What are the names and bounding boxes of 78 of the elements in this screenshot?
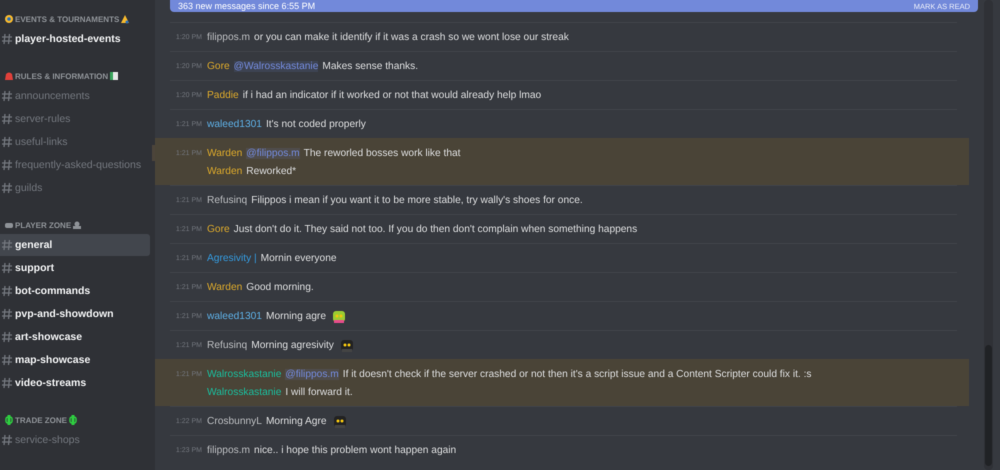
username[interactable]: Warden bbox=[207, 166, 242, 176]
category-header[interactable]: PLAYER ZONE bbox=[15, 220, 72, 230]
channel-item[interactable]: useful-links bbox=[0, 131, 150, 153]
channel-item[interactable]: bot-commands bbox=[0, 280, 150, 302]
hash-icon bbox=[1, 33, 13, 45]
hash-icon bbox=[1, 308, 13, 320]
channel-item[interactable]: video-streams bbox=[0, 372, 150, 394]
username[interactable]: Gore bbox=[207, 224, 230, 234]
message-text: if i had an indicator if it worked or not that would already help lmao bbox=[242, 90, 542, 100]
channel-item[interactable]: guilds bbox=[0, 177, 150, 199]
message-text: It's not coded properly bbox=[266, 118, 366, 130]
hash-icon bbox=[1, 182, 13, 194]
channel-item[interactable]: service-shops bbox=[0, 429, 150, 451]
emoji-icon bbox=[4, 14, 14, 24]
username[interactable]: Walrosskastanie bbox=[207, 386, 282, 398]
username[interactable]: CrosbunnyL bbox=[207, 416, 262, 426]
hash-icon bbox=[1, 377, 13, 389]
new-messages-text: 363 new messages since 6:55 PM bbox=[178, 1, 316, 11]
mention-link[interactable]: @Walrosskastanie bbox=[234, 60, 318, 72]
message-text: Just don't do it. They said not too. If you do then don't complain when something happens bbox=[234, 224, 638, 234]
mention-link[interactable]: @filippos.m bbox=[246, 148, 300, 158]
message-text: The reworled bosses work like that bbox=[304, 148, 461, 158]
username[interactable]: Paddie bbox=[207, 90, 239, 100]
username[interactable]: Agresivity | bbox=[207, 252, 257, 264]
emoji-icon bbox=[4, 220, 14, 230]
message-text: Filippos i mean if you want it to be more stable, try wally's shoes for once. bbox=[251, 194, 583, 206]
hash-icon bbox=[1, 434, 13, 446]
username[interactable]: Warden bbox=[207, 282, 242, 292]
message-text: Makes sense thanks. bbox=[322, 60, 418, 72]
channel-item[interactable]: player-hosted-events bbox=[0, 28, 150, 50]
emoji-icon bbox=[109, 71, 120, 81]
emoji-icon bbox=[4, 415, 14, 425]
emoji-icon bbox=[72, 220, 82, 230]
message-text: or you can make it identify if it was a crash so we wont lose our streak bbox=[254, 32, 569, 42]
username[interactable]: waleed1301 bbox=[207, 118, 262, 130]
channel-item[interactable]: art-showcase bbox=[0, 326, 150, 348]
hash-icon bbox=[1, 262, 13, 274]
hash-icon bbox=[1, 354, 13, 366]
channel-item[interactable]: support bbox=[0, 257, 150, 279]
hash-icon bbox=[1, 159, 13, 171]
username[interactable]: waleed1301 bbox=[207, 310, 262, 322]
message-text: If it doesn't check if the server crashed or not then it's a script issue and a Content Scripter could fix it. :s bbox=[342, 368, 812, 380]
message-text: Morning agresivity bbox=[251, 340, 334, 350]
message-text: Reworked* bbox=[246, 166, 296, 176]
emoji-icon bbox=[68, 415, 78, 425]
username[interactable]: Refusinq bbox=[207, 194, 248, 206]
channel-item[interactable]: announcements bbox=[0, 85, 150, 107]
channel-item[interactable]: server-rules bbox=[0, 108, 150, 130]
username[interactable]: filippos.m bbox=[207, 444, 250, 456]
message-text: I will forward it. bbox=[285, 386, 353, 398]
hash-icon bbox=[1, 285, 13, 297]
channel-item[interactable]: general bbox=[0, 234, 150, 256]
hash-icon bbox=[1, 239, 13, 251]
username[interactable]: Gore bbox=[207, 60, 230, 72]
message-text: nice.. i hope this problem wont happen again bbox=[254, 444, 456, 456]
scrollbar-thumb[interactable] bbox=[985, 345, 992, 466]
mention-link[interactable]: @filippos.m bbox=[285, 368, 339, 380]
channel-item[interactable]: map-showcase bbox=[0, 349, 150, 371]
hash-icon bbox=[1, 331, 13, 343]
message-text: Morning agre bbox=[266, 310, 326, 322]
hash-icon bbox=[1, 113, 13, 125]
category-header[interactable]: RULES & INFORMATION bbox=[15, 72, 108, 80]
channel-item[interactable]: pvp-and-showdown bbox=[0, 303, 150, 325]
scrollbar-track[interactable] bbox=[984, 0, 993, 470]
hash-icon bbox=[1, 136, 13, 148]
username[interactable]: Walrosskastanie bbox=[207, 368, 282, 380]
message-text: Morning Agre bbox=[266, 416, 327, 426]
channel-item[interactable]: frequently-asked-questions bbox=[0, 154, 150, 176]
category-header[interactable]: EVENTS & TOURNAMENTS bbox=[15, 14, 120, 24]
emoji-icon bbox=[4, 71, 14, 81]
username[interactable]: Refusinq bbox=[207, 340, 248, 350]
message-text: Good morning. bbox=[246, 282, 314, 292]
emoji-icon bbox=[120, 14, 130, 24]
username[interactable]: filippos.m bbox=[207, 32, 250, 42]
message-text: Mornin everyone bbox=[260, 252, 337, 264]
username[interactable]: Warden bbox=[207, 148, 242, 158]
hash-icon bbox=[1, 90, 13, 102]
category-header[interactable]: TRADE ZONE bbox=[15, 416, 67, 424]
